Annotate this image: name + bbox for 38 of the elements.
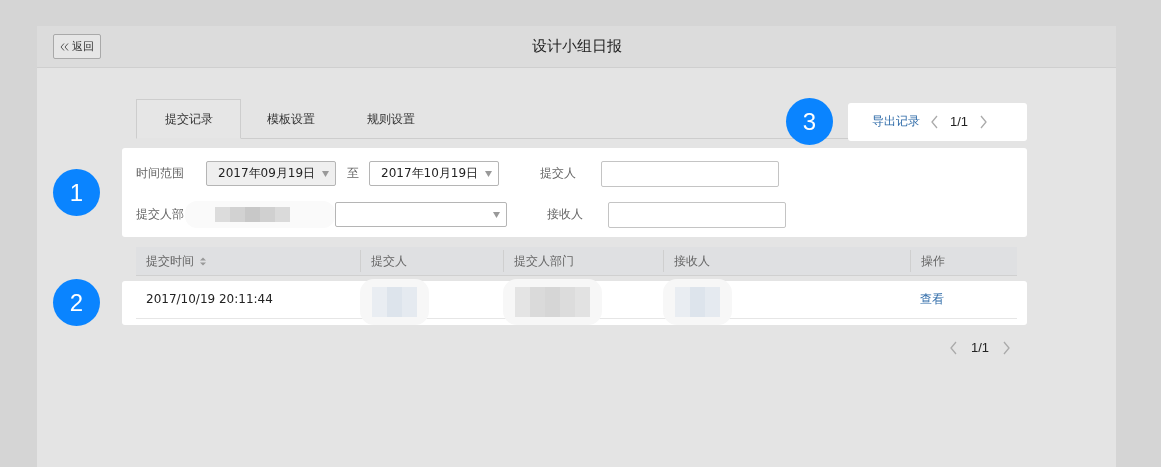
field-label: 时间范围 (136, 165, 185, 182)
back-button[interactable]: 返回 (53, 34, 101, 59)
callout-badge: 2 (53, 279, 100, 326)
tab[interactable]: 规则设置 (341, 99, 441, 139)
start-date-select[interactable]: 2017年09月19日 (206, 161, 336, 186)
page-indicator: 1/1 (950, 114, 969, 129)
window-title: 设计小组日报 (531, 37, 622, 56)
double-chevron-left-icon (60, 42, 69, 51)
field-label: 提交人 (539, 165, 577, 182)
table-cell: 2017/10/19 20:11:44 (146, 292, 273, 306)
end-date-select[interactable]: 2017年10月19日 (369, 161, 499, 186)
page-indicator: 1/1 (970, 340, 989, 355)
callout-badge: 1 (53, 169, 100, 216)
dropdown-caret-icon (493, 211, 500, 218)
dropdown-caret-icon (485, 170, 492, 177)
export-link[interactable]: 导出记录 (872, 113, 920, 130)
submitter-input[interactable] (601, 160, 779, 187)
department-select[interactable] (335, 202, 507, 227)
next-page-icon[interactable] (978, 114, 989, 129)
column-header: 操作 (921, 252, 945, 270)
tab[interactable]: 模板设置 (241, 99, 341, 139)
tab[interactable]: 提交记录 (136, 99, 241, 139)
column-header: 提交时间 (146, 252, 194, 270)
next-page-icon[interactable] (1001, 340, 1011, 355)
sort-icon[interactable] (200, 256, 206, 266)
receiver-input[interactable] (608, 201, 786, 228)
dropdown-caret-icon (322, 170, 329, 177)
callout-badge: 3 (786, 98, 833, 145)
column-header: 接收人 (674, 252, 710, 270)
column-header: 提交人部门 (514, 252, 574, 270)
field-label: 接收人 (546, 206, 584, 223)
previous-page-icon[interactable] (930, 114, 940, 129)
view-link[interactable]: 查看 (920, 290, 944, 308)
column-header-cell[interactable]: 提交时间 (136, 250, 360, 272)
field-label: 提交人部 (136, 206, 185, 223)
previous-page-icon[interactable] (948, 340, 959, 355)
column-header: 提交人 (371, 252, 407, 270)
range-separator: 至 (346, 165, 360, 182)
